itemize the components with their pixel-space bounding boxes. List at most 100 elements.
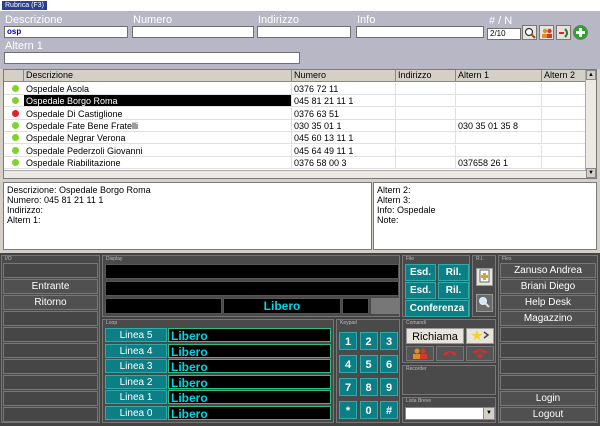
io-button-empty[interactable] bbox=[3, 263, 98, 278]
flex-button-magazzino[interactable]: Magazzino bbox=[500, 311, 596, 326]
chevron-down-icon[interactable]: ▼ bbox=[483, 408, 494, 419]
richiama-button[interactable]: Richiama bbox=[406, 328, 464, 344]
line-button[interactable]: Linea 1 bbox=[105, 390, 167, 404]
keypad-key[interactable]: 0 bbox=[359, 401, 378, 419]
keypad-key[interactable]: 7 bbox=[339, 378, 357, 396]
table-row[interactable]: Ospedale Fate Bene Fratelli 030 35 01 1 03… bbox=[4, 119, 586, 132]
keypad-key[interactable]: # bbox=[380, 401, 398, 419]
scroll-up-arrow[interactable]: ▲ bbox=[586, 70, 596, 80]
add-button[interactable] bbox=[573, 25, 588, 40]
scroll-down-arrow[interactable]: ▼ bbox=[586, 168, 596, 178]
keypad-key[interactable]: * bbox=[339, 401, 357, 419]
keypad-key[interactable]: 3 bbox=[380, 332, 398, 350]
esd-button-1[interactable]: Esd. bbox=[405, 264, 436, 281]
table-row[interactable]: Ospedale Asola 0376 72 11 bbox=[4, 83, 586, 95]
cell-descrizione: Ospedale Asola bbox=[24, 83, 292, 94]
keypad-key[interactable]: 4 bbox=[339, 355, 357, 373]
io-button-entrante[interactable]: Entrante bbox=[3, 279, 98, 294]
ril-button-1[interactable]: Ril. bbox=[438, 264, 469, 281]
lista-breve-select[interactable]: ▼ bbox=[405, 407, 495, 420]
ri-add-button[interactable] bbox=[476, 268, 493, 286]
keypad-title: Keypad bbox=[340, 320, 357, 326]
loop-group: Loop Linea 5 Libero Linea 4 Libero Linea 3 Li… bbox=[102, 319, 334, 423]
keypad-key[interactable]: 5 bbox=[359, 355, 378, 373]
flex-button-empty[interactable] bbox=[500, 375, 596, 390]
io-button-empty[interactable] bbox=[3, 311, 98, 326]
status-dot-icon bbox=[12, 85, 19, 92]
ril-button-2[interactable]: Ril. bbox=[438, 282, 469, 299]
indirizzo-input[interactable] bbox=[257, 26, 351, 38]
flex-button-empty[interactable] bbox=[500, 343, 596, 358]
cell-numero: 0376 72 11 bbox=[292, 83, 396, 94]
detail-info: Info: Ospedale bbox=[377, 205, 436, 215]
keypad-key[interactable]: 1 bbox=[339, 332, 357, 350]
cell-altern1: 030 35 01 35 8 bbox=[456, 119, 542, 131]
ri-search-button[interactable] bbox=[476, 294, 493, 312]
numero-label: Numero bbox=[133, 14, 173, 26]
magnifier-icon bbox=[524, 27, 536, 39]
flex-button-logout[interactable]: Logout bbox=[500, 407, 596, 422]
lista-breve-group: Lista Breve ▼ bbox=[402, 397, 496, 423]
io-button-ritorno[interactable]: Ritorno bbox=[3, 295, 98, 310]
line-button[interactable]: Linea 4 bbox=[105, 343, 167, 358]
altern-input[interactable] bbox=[4, 52, 300, 64]
flex-button-briani-diego[interactable]: Briani Diego bbox=[500, 279, 596, 294]
io-button-empty[interactable] bbox=[3, 327, 98, 342]
table-row[interactable]: Ospedale Pederzoli Giovanni 045 64 49 11 … bbox=[4, 144, 586, 157]
keypad-key[interactable]: 2 bbox=[359, 332, 378, 350]
header-indirizzo[interactable]: Indirizzo bbox=[396, 70, 456, 81]
description-label: Descrizione bbox=[5, 14, 63, 26]
io-button-empty[interactable] bbox=[3, 375, 98, 390]
line-button[interactable]: Linea 5 bbox=[105, 328, 167, 342]
flex-button-empty[interactable] bbox=[500, 327, 596, 342]
flex-button-zanuso-andrea[interactable]: Zanuso Andrea bbox=[500, 263, 596, 278]
conferenza-button[interactable]: Conferenza bbox=[405, 300, 469, 317]
keypad-group: Keypad 1 2 3 4 5 6 7 8 9 * 0 # bbox=[336, 319, 400, 423]
phone-dash-icon bbox=[558, 27, 568, 38]
header-descrizione[interactable]: Descrizione bbox=[24, 70, 292, 81]
detail-right-panel: Altern 2: Altern 3: Info: Ospedale Note: bbox=[373, 182, 597, 250]
header-altern1[interactable]: Altern 1 bbox=[456, 70, 542, 81]
flex-button-empty[interactable] bbox=[500, 359, 596, 374]
numero-input[interactable] bbox=[132, 26, 254, 38]
table-scrollbar[interactable]: ▲ ▼ bbox=[585, 70, 596, 178]
io-button-empty[interactable] bbox=[3, 391, 98, 406]
line-button[interactable]: Linea 0 bbox=[105, 405, 167, 420]
cell-indirizzo bbox=[396, 95, 456, 107]
header-numero[interactable]: Numero bbox=[292, 70, 396, 81]
dial-button[interactable] bbox=[556, 25, 571, 40]
search-button[interactable] bbox=[522, 25, 537, 40]
contacts-button[interactable] bbox=[539, 25, 554, 40]
cell-altern2 bbox=[542, 107, 586, 119]
hangup-button[interactable] bbox=[436, 346, 464, 361]
ri-title: R.I. bbox=[476, 256, 484, 262]
description-input[interactable]: osp bbox=[4, 26, 128, 38]
conference-users-button[interactable] bbox=[406, 346, 434, 361]
table-row[interactable]: Ospedale Riabilitazione 0376 58 00 3 03765… bbox=[4, 156, 586, 169]
flex-button-help-desk[interactable]: Help Desk bbox=[500, 295, 596, 310]
flex-button-login[interactable]: Login bbox=[500, 391, 596, 406]
info-input[interactable] bbox=[356, 26, 484, 38]
keypad-key[interactable]: 6 bbox=[380, 355, 398, 373]
table-hscrollbar[interactable] bbox=[4, 170, 586, 178]
keypad-key[interactable]: 8 bbox=[359, 378, 378, 396]
header-altern2[interactable]: Altern 2 bbox=[542, 70, 586, 81]
hold-button[interactable] bbox=[466, 346, 494, 361]
keypad-key[interactable]: 9 bbox=[380, 378, 398, 396]
table-row[interactable]: Ospedale Negrar Verona 045 60 13 11 1 bbox=[4, 132, 586, 145]
io-button-empty[interactable] bbox=[3, 359, 98, 374]
info-label: Info bbox=[357, 14, 376, 26]
cell-numero: 030 35 01 1 bbox=[292, 119, 396, 131]
cell-descrizione: Ospedale Di Castiglione bbox=[24, 107, 292, 119]
table-row[interactable]: Ospedale Borgo Roma 045 81 21 11 1 bbox=[4, 95, 586, 108]
table-row[interactable]: Ospedale Di Castiglione 0376 63 51 bbox=[4, 107, 586, 120]
line-button[interactable]: Linea 3 bbox=[105, 359, 167, 373]
esd-button-2[interactable]: Esd. bbox=[405, 282, 436, 299]
transfer-button[interactable] bbox=[466, 328, 494, 344]
cell-indirizzo bbox=[396, 83, 456, 94]
io-button-empty[interactable] bbox=[3, 407, 98, 422]
cell-altern2 bbox=[542, 83, 586, 94]
line-button[interactable]: Linea 2 bbox=[105, 374, 167, 389]
io-button-empty[interactable] bbox=[3, 343, 98, 358]
users-icon bbox=[541, 28, 552, 38]
